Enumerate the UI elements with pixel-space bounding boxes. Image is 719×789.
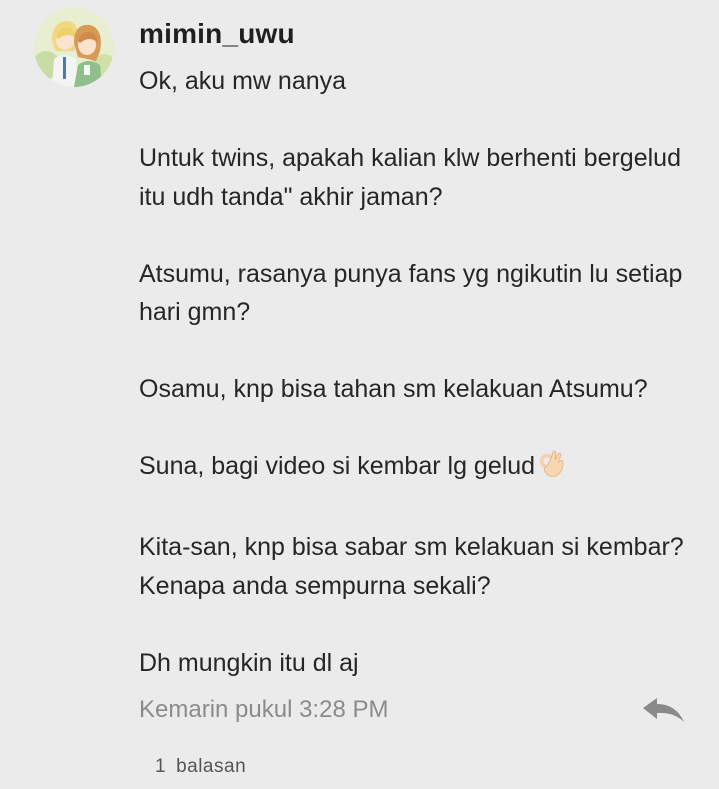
comment-paragraph: Osamu, knp bisa tahan sm kelakuan Atsumu…	[139, 375, 648, 403]
avatar-anime-twins-icon	[34, 7, 114, 87]
replies-count: 1	[155, 756, 167, 777]
comment-paragraph: Dh mungkin itu dl aj	[139, 648, 359, 677]
reply-arrow-icon[interactable]	[640, 696, 688, 728]
comment-card: mimin_uwu Ok, aku mw nanya Untuk twins, …	[0, 0, 719, 789]
comment-paragraph: Suna, bagi video si kembar lg gelud	[139, 452, 536, 480]
ok-hand-emoji-icon	[539, 450, 565, 490]
comment-paragraph: Untuk twins, apakah kalian klw berhenti …	[139, 144, 681, 211]
comment-paragraph: Atsumu, rasanya punya fans yg ngikutin l…	[139, 259, 683, 327]
comment-paragraph: Ok, aku mw nanya	[139, 67, 347, 95]
comment-paragraph: Kita-san, knp bisa sabar sm kelakuan si …	[139, 533, 684, 600]
replies-label: balasan	[176, 756, 247, 777]
view-replies-link[interactable]: 1 balasan	[155, 756, 246, 778]
comment-timestamp: Kemarin pukul 3:28 PM	[139, 696, 389, 723]
comment-body: Ok, aku mw nanya Untuk twins, apakah kal…	[139, 62, 709, 682]
comment-paragraph-with-emoji: Suna, bagi video si kembar lg gelud	[139, 447, 709, 490]
username[interactable]: mimin_uwu	[139, 18, 295, 50]
user-avatar[interactable]	[34, 7, 114, 87]
